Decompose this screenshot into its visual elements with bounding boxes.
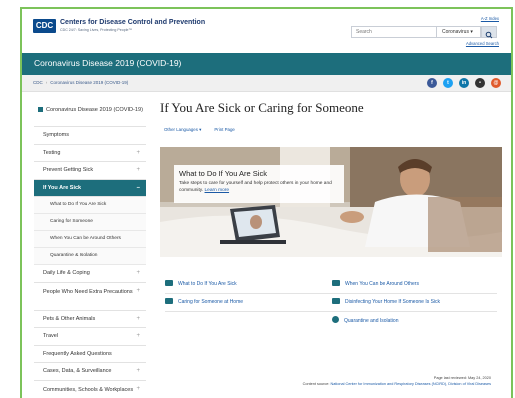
site-header: CDC Centers for Disease Control and Prev… — [22, 9, 511, 53]
expand-icon[interactable]: + — [136, 288, 140, 296]
sidebar-home-label: Coronavirus Disease 2019 (COVID-19) — [46, 107, 143, 113]
syndicate-icon[interactable]: • — [475, 78, 485, 88]
content-source: Content source: National Center for Immu… — [303, 381, 491, 387]
page-footer-meta: Page last reviewed: May 24, 2020 Content… — [303, 375, 491, 387]
sidebar-subitem-quarantine[interactable]: Quarantine & Isolation — [34, 248, 146, 265]
sidebar-item-label: Symptoms — [43, 132, 69, 138]
main-content: If You Are Sick or Caring for Someone Ot… — [160, 99, 502, 324]
sidebar-item-label: If You Are Sick — [43, 184, 82, 191]
learn-more-link[interactable]: Learn more — [205, 188, 230, 193]
search-scope-select[interactable]: Coronavirus ▾ — [437, 26, 481, 38]
link-label: Disinfecting Your Home If Someone Is Sic… — [345, 299, 441, 305]
site-title-bar: Coronavirus Disease 2019 (COVID-19) — [22, 53, 511, 75]
org-name[interactable]: Centers for Disease Control and Preventi… — [60, 19, 205, 26]
sidebar-item-label: Testing — [43, 149, 61, 156]
breadcrumb: CDC › Coronavirus Disease 2019 (COVID-19) — [33, 80, 128, 85]
sidebar-item-travel[interactable]: Travel + — [34, 328, 146, 346]
link-label: Quarantine and Isolation — [344, 318, 399, 324]
sidebar-item-extra-precautions[interactable]: People Who Need Extra Precautions + — [34, 283, 146, 311]
content-source-label: Content source: — [302, 382, 330, 386]
expand-icon[interactable]: + — [136, 145, 140, 162]
hero-description: Take steps to care for yourself and help… — [179, 181, 339, 194]
expand-icon[interactable]: + — [136, 311, 140, 328]
org-tagline: CDC 24/7: Saving Lives, Protecting Peopl… — [60, 28, 133, 32]
sidebar-item-label: Frequently Asked Questions — [43, 350, 112, 357]
a-z-index-link[interactable]: A-Z Index — [481, 16, 499, 21]
site-title[interactable]: Coronavirus Disease 2019 (COVID-19) — [34, 58, 181, 68]
other-languages-dropdown[interactable]: Other Languages ▾ — [164, 127, 201, 133]
twitter-icon[interactable]: t — [443, 78, 453, 88]
search-button[interactable] — [481, 26, 497, 39]
collapse-icon[interactable]: – — [137, 180, 140, 197]
topic-links: What to Do If You Are Sick When You Can … — [160, 276, 502, 330]
search-icon — [485, 31, 493, 39]
breadcrumb-separator: › — [45, 80, 48, 85]
link-disinfecting[interactable]: Disinfecting Your Home If Someone Is Sic… — [332, 298, 440, 305]
page-title: If You Are Sick or Caring for Someone — [160, 100, 364, 115]
sidebar-item-communities[interactable]: Communities, Schools & Workplaces + — [34, 381, 146, 398]
sidebar-item-if-you-are-sick[interactable]: If You Are Sick – — [34, 179, 146, 197]
breadcrumb-covid[interactable]: Coronavirus Disease 2019 (COVID-19) — [50, 80, 128, 85]
sidebar-item-testing[interactable]: Testing + — [34, 145, 146, 162]
breadcrumb-cdc[interactable]: CDC — [33, 80, 43, 85]
search-placeholder: Search — [356, 29, 372, 35]
sidebar-home[interactable]: Coronavirus Disease 2019 (COVID-19) — [34, 99, 146, 127]
home-icon — [165, 280, 173, 286]
expand-icon[interactable]: + — [136, 265, 140, 282]
search-input[interactable]: Search — [351, 26, 437, 38]
sidebar-nav: Coronavirus Disease 2019 (COVID-19) Symp… — [34, 99, 146, 398]
facebook-icon[interactable]: f — [427, 78, 437, 88]
linkedin-icon[interactable]: in — [459, 78, 469, 88]
page-frame: CDC Centers for Disease Control and Prev… — [20, 7, 513, 398]
sidebar-subitem-what-to-do[interactable]: What to Do If You Are Sick — [34, 197, 146, 214]
sidebar-subitem-caring[interactable]: Caring for Someone — [34, 214, 146, 231]
link-label: Caring for Someone at Home — [178, 299, 244, 305]
link-row: Quarantine and Isolation — [160, 312, 502, 330]
link-caring-at-home[interactable]: Caring for Someone at Home — [165, 298, 243, 305]
sidebar-subitem-around-others[interactable]: When You Can be Around Others — [34, 231, 146, 248]
sidebar-item-prevent[interactable]: Prevent Getting Sick + — [34, 162, 146, 180]
sidebar-item-label: Daily Life & Coping — [43, 270, 90, 276]
spray-icon — [332, 298, 340, 304]
link-row: What to Do If You Are Sick When You Can … — [160, 276, 502, 294]
expand-icon[interactable]: + — [136, 162, 140, 179]
sidebar-item-label: People Who Need Extra Precautions — [43, 288, 133, 295]
sidebar-item-pets[interactable]: Pets & Other Animals + — [34, 311, 146, 328]
page-tools: Other Languages ▾ Print Page — [160, 127, 502, 133]
hero-banner: What to Do If You Are Sick Take steps to… — [160, 147, 502, 257]
hero-callout: What to Do If You Are Sick Take steps to… — [174, 165, 344, 203]
home-icon — [38, 107, 43, 112]
link-quarantine[interactable]: Quarantine and Isolation — [332, 316, 398, 324]
cdc-logo[interactable]: CDC — [33, 19, 56, 33]
sidebar-item-label: Prevent Getting Sick — [43, 167, 94, 173]
email-icon[interactable]: @ — [491, 78, 501, 88]
advanced-search-link[interactable]: Advanced Search — [466, 41, 499, 46]
sidebar-item-symptoms[interactable]: Symptoms — [34, 127, 146, 145]
link-what-to-do[interactable]: What to Do If You Are Sick — [165, 280, 237, 287]
sidebar-item-label: Pets & Other Animals — [43, 315, 96, 322]
hero-text: Take steps to care for yourself and help… — [179, 181, 332, 193]
people-icon — [332, 280, 340, 286]
sidebar-item-daily-life[interactable]: Daily Life & Coping + — [34, 265, 146, 283]
sidebar-item-label: Cases, Data, & Surveillance — [43, 368, 112, 374]
link-label: When You Can be Around Others — [345, 281, 419, 287]
expand-icon[interactable]: + — [136, 328, 140, 345]
sidebar-item-label: Travel — [43, 333, 59, 339]
sidebar-item-cases-data[interactable]: Cases, Data, & Surveillance + — [34, 363, 146, 381]
link-around-others[interactable]: When You Can be Around Others — [332, 280, 419, 287]
breadcrumb-bar: CDC › Coronavirus Disease 2019 (COVID-19) … — [22, 75, 511, 92]
content-source-link[interactable]: National Center for Immunization and Res… — [330, 382, 491, 386]
link-row: Caring for Someone at Home Disinfecting … — [160, 294, 502, 312]
expand-icon[interactable]: + — [136, 386, 140, 394]
link-label: What to Do If You Are Sick — [178, 281, 237, 287]
sidebar-item-faq[interactable]: Frequently Asked Questions — [34, 346, 146, 363]
social-share-bar: f t in • @ — [427, 78, 501, 88]
print-page-link[interactable]: Print Page — [214, 127, 235, 133]
sidebar-item-label: Communities, Schools & Workplaces — [43, 386, 134, 393]
bed-icon — [165, 298, 173, 304]
hero-title: What to Do If You Are Sick — [179, 169, 267, 178]
quarantine-icon — [332, 316, 339, 323]
expand-icon[interactable]: + — [136, 363, 140, 380]
